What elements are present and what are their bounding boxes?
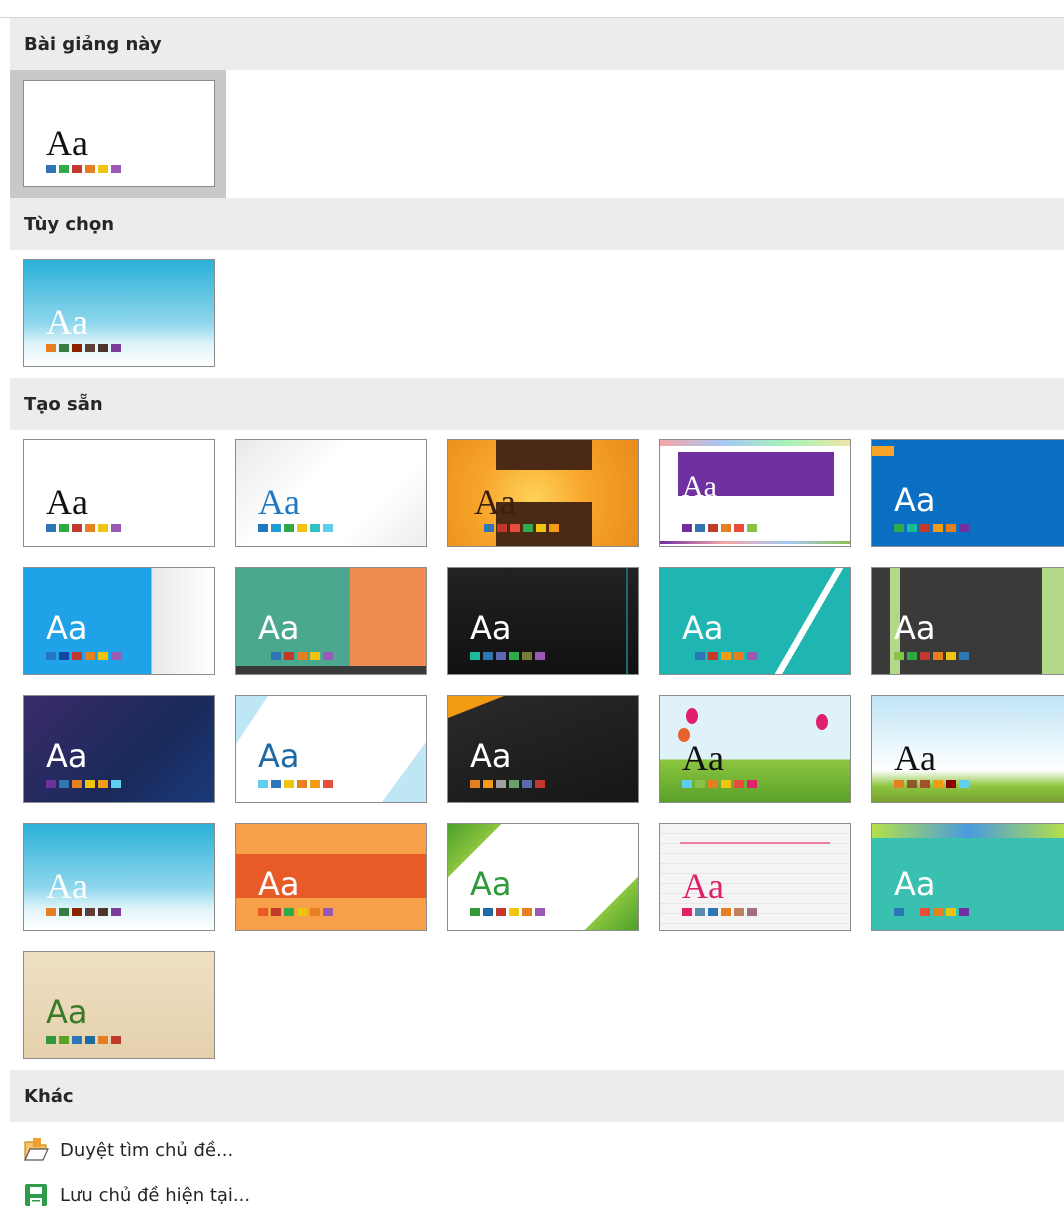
- browse-themes-label: Duyệt tìm chủ đề...: [60, 1139, 234, 1161]
- theme-teal-orange[interactable]: Aa: [235, 567, 427, 675]
- theme-current[interactable]: Aa: [23, 80, 215, 187]
- color-swatches: [46, 165, 121, 173]
- color-swatches: [46, 908, 121, 916]
- open-folder-icon: [24, 1138, 49, 1161]
- theme-office[interactable]: Aa: [23, 439, 215, 547]
- section-header-builtin: Tạo sẵn: [10, 378, 1064, 430]
- theme-sample-text: Aa: [894, 738, 936, 778]
- color-swatches: [894, 524, 969, 532]
- theme-sample-text: Aa: [258, 482, 300, 522]
- color-swatches: [46, 1036, 121, 1044]
- color-swatches: [46, 344, 121, 352]
- theme-sample-text: Aa: [46, 737, 88, 775]
- theme-blue-tech[interactable]: Aa: [871, 439, 1064, 547]
- theme-green-facet[interactable]: Aa: [447, 823, 639, 931]
- theme-teal-slash[interactable]: Aa: [659, 567, 851, 675]
- color-swatches: [894, 652, 969, 660]
- theme-sample-text: Aa: [682, 738, 724, 778]
- theme-balloons[interactable]: Aa: [659, 695, 851, 803]
- theme-sample-text: Aa: [46, 482, 88, 522]
- color-swatches: [258, 908, 333, 916]
- color-swatches: [894, 780, 969, 788]
- section-header-custom: Tùy chọn: [10, 198, 1064, 250]
- color-swatches: [46, 780, 121, 788]
- theme-dark-orange-corner[interactable]: Aa: [447, 695, 639, 803]
- theme-sample-text: Aa: [46, 993, 88, 1031]
- theme-sample-text: Aa: [682, 609, 724, 647]
- theme-sample-text: Aa: [258, 865, 300, 903]
- color-swatches: [258, 524, 333, 532]
- theme-purple-banner[interactable]: Aa: [659, 439, 851, 547]
- color-swatches: [682, 908, 757, 916]
- theme-facet[interactable]: Aa: [235, 439, 427, 547]
- theme-sample-text: Aa: [470, 737, 512, 775]
- theme-sample-text: Aa: [682, 470, 717, 503]
- theme-teal-wave[interactable]: Aa: [871, 823, 1064, 931]
- color-swatches: [46, 524, 121, 532]
- section-header-this-presentation: Bài giảng này: [10, 18, 1064, 70]
- theme-sky[interactable]: Aa: [23, 823, 215, 931]
- top-divider: [0, 0, 1064, 18]
- section-header-other: Khác: [10, 1070, 1064, 1122]
- theme-night-sky[interactable]: Aa: [23, 695, 215, 803]
- theme-sample-text: Aa: [470, 865, 512, 903]
- theme-orange-band[interactable]: Aa: [235, 823, 427, 931]
- color-swatches: [258, 652, 333, 660]
- theme-sample-text: Aa: [258, 737, 300, 775]
- color-swatches: [682, 652, 757, 660]
- save-floppy-icon: [25, 1184, 47, 1206]
- theme-sample-text: Aa: [46, 123, 88, 163]
- theme-custom-sky[interactable]: Aa: [23, 259, 215, 367]
- theme-dark-circuit[interactable]: Aa: [447, 567, 639, 675]
- theme-sample-text: Aa: [894, 609, 936, 647]
- theme-sample-text: Aa: [894, 481, 936, 519]
- theme-wood[interactable]: Aa: [23, 951, 215, 1059]
- theme-notebook[interactable]: Aa: [659, 823, 851, 931]
- theme-sample-text: Aa: [46, 302, 88, 342]
- theme-orange-film[interactable]: Aa: [447, 439, 639, 547]
- theme-sample-text: Aa: [46, 866, 88, 906]
- theme-sample-text: Aa: [46, 609, 88, 647]
- theme-autumn[interactable]: Aa: [871, 695, 1064, 803]
- theme-sample-text: Aa: [894, 865, 936, 903]
- color-swatches: [682, 780, 757, 788]
- save-theme-item[interactable]: Lưu chủ đề hiện tại...: [22, 1177, 250, 1213]
- theme-sample-text: Aa: [682, 866, 724, 906]
- theme-blue-split[interactable]: Aa: [23, 567, 215, 675]
- color-swatches: [46, 652, 121, 660]
- color-swatches: [894, 908, 969, 916]
- color-swatches: [470, 652, 545, 660]
- color-swatches: [470, 908, 545, 916]
- theme-sample-text: Aa: [258, 609, 300, 647]
- color-swatches: [682, 524, 757, 532]
- theme-dark-green-stripe[interactable]: Aa: [871, 567, 1064, 675]
- theme-triangles[interactable]: Aa: [235, 695, 427, 803]
- color-swatches: [470, 780, 545, 788]
- browse-themes-item[interactable]: Duyệt tìm chủ đề...: [22, 1132, 233, 1168]
- theme-sample-text: Aa: [470, 609, 512, 647]
- color-swatches: [484, 524, 559, 532]
- theme-sample-text: Aa: [474, 482, 516, 522]
- save-theme-label: Lưu chủ đề hiện tại...: [60, 1184, 251, 1206]
- color-swatches: [258, 780, 333, 788]
